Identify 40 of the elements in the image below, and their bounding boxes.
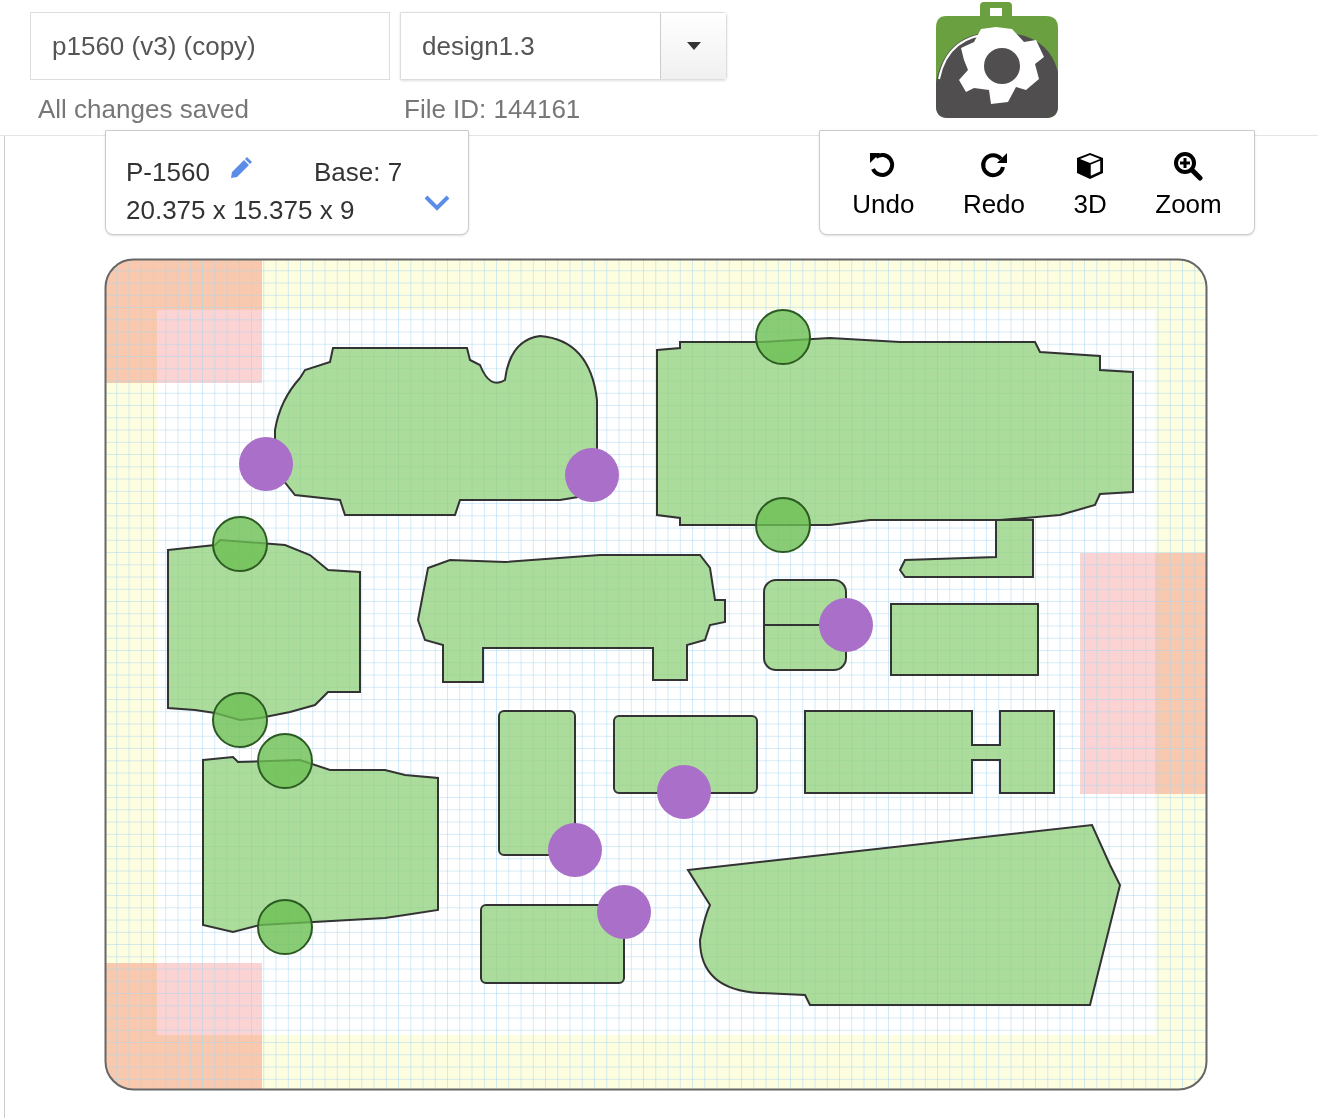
part-shape[interactable] — [804, 710, 1055, 794]
part-shape[interactable] — [898, 519, 1034, 578]
design-select[interactable]: design1.3 — [400, 12, 727, 80]
dot-marker[interactable] — [597, 885, 651, 939]
part-shape[interactable] — [890, 603, 1039, 676]
toolbar-button[interactable]: Zoom — [1151, 151, 1226, 224]
chevron-down-icon[interactable] — [424, 195, 450, 211]
logo-icon — [936, 2, 1058, 118]
part-dimensions: 20.375 x 15.375 x 9 — [126, 194, 355, 227]
base-value: Base: 7 — [314, 156, 403, 189]
dot-marker[interactable] — [239, 437, 293, 491]
cube-icon — [1075, 151, 1106, 181]
part-shape[interactable] — [656, 337, 1134, 526]
part-shape[interactable] — [416, 554, 726, 683]
dot-marker[interactable] — [657, 765, 711, 819]
zoom-in-icon — [1173, 151, 1204, 181]
circle-marker[interactable] — [257, 733, 313, 789]
toolbar-button[interactable]: 3D — [1069, 151, 1111, 224]
part-shape[interactable] — [498, 710, 576, 856]
layout-canvas[interactable] — [104, 258, 1208, 1092]
save-status: All changes saved — [38, 93, 250, 126]
dot-marker[interactable] — [819, 598, 873, 652]
circle-marker[interactable] — [755, 497, 811, 553]
file-id: File ID: 144161 — [404, 93, 581, 126]
circle-marker[interactable] — [212, 516, 268, 572]
part-name: P-1560 — [126, 156, 210, 189]
dot-marker[interactable] — [565, 448, 619, 502]
part-shape[interactable] — [480, 904, 625, 984]
part-shape[interactable] — [274, 335, 598, 516]
part-shape[interactable] — [687, 824, 1121, 1006]
toolbar-button[interactable]: Redo — [958, 151, 1030, 224]
circle-marker[interactable] — [257, 899, 313, 955]
toolbar-button[interactable]: Undo — [848, 151, 919, 224]
circle-marker[interactable] — [755, 309, 811, 365]
project-name-field[interactable]: p1560 (v3) (copy) — [30, 12, 390, 80]
pencil-icon[interactable] — [228, 157, 252, 181]
design-select-value: design1.3 — [421, 29, 536, 63]
dot-marker[interactable] — [548, 823, 602, 877]
circle-marker[interactable] — [212, 692, 268, 748]
caret-icon — [686, 42, 701, 50]
